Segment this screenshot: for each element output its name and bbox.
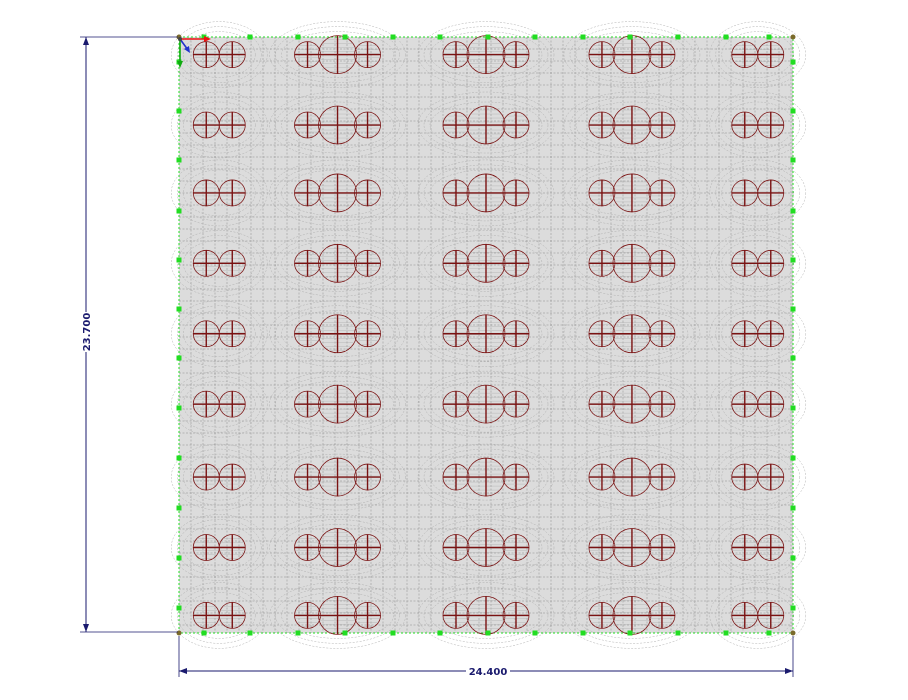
support-node-left <box>176 405 182 411</box>
support-node-top <box>247 34 253 40</box>
support-node-right <box>790 157 796 163</box>
support-node-right <box>790 455 796 461</box>
support-node-right <box>790 605 796 611</box>
support-node-bottom <box>532 630 538 636</box>
support-node-top <box>675 34 681 40</box>
support-node-bottom <box>627 630 633 636</box>
support-node-left <box>176 208 182 214</box>
support-node-bottom <box>390 630 396 636</box>
support-node-bottom <box>766 630 772 636</box>
support-node-left <box>176 108 182 114</box>
support-node-bottom <box>247 630 253 636</box>
horizontal-dimension-label: 24.400 <box>469 667 508 678</box>
support-node-left <box>176 157 182 163</box>
model-viewport[interactable]: 23.700 24.400 <box>0 0 908 700</box>
support-node-top <box>723 34 729 40</box>
horizontal-dimension: 24.400 <box>178 636 794 678</box>
support-node-top <box>532 34 538 40</box>
support-node-left <box>176 605 182 611</box>
vertical-dimension-label: 23.700 <box>82 313 93 352</box>
support-node-left <box>176 355 182 361</box>
support-node-top <box>295 34 301 40</box>
support-node-bottom <box>485 630 491 636</box>
support-node-top <box>437 34 443 40</box>
support-node-right <box>790 108 796 114</box>
support-node-left <box>176 555 182 561</box>
support-node-right <box>790 208 796 214</box>
corner-node <box>176 630 182 636</box>
support-node-bottom <box>723 630 729 636</box>
support-node-top <box>485 34 491 40</box>
corner-node <box>790 34 796 40</box>
support-node-bottom <box>437 630 443 636</box>
support-node-right <box>790 59 796 65</box>
support-node-bottom <box>580 630 586 636</box>
support-node-right <box>790 355 796 361</box>
support-node-bottom <box>295 630 301 636</box>
support-node-bottom <box>201 630 207 636</box>
support-node-right <box>790 257 796 263</box>
vertical-dimension: 23.700 <box>80 36 178 633</box>
support-node-right <box>790 306 796 312</box>
support-node-right <box>790 555 796 561</box>
support-node-left <box>176 505 182 511</box>
support-node-right <box>790 405 796 411</box>
support-node-right <box>790 505 796 511</box>
support-node-top <box>627 34 633 40</box>
corner-node <box>790 630 796 636</box>
support-node-top <box>390 34 396 40</box>
support-node-left <box>176 257 182 263</box>
support-node-left <box>176 306 182 312</box>
support-node-bottom <box>675 630 681 636</box>
support-node-left <box>176 455 182 461</box>
support-node-bottom <box>342 630 348 636</box>
support-node-top <box>766 34 772 40</box>
support-node-top <box>580 34 586 40</box>
support-node-top <box>342 34 348 40</box>
